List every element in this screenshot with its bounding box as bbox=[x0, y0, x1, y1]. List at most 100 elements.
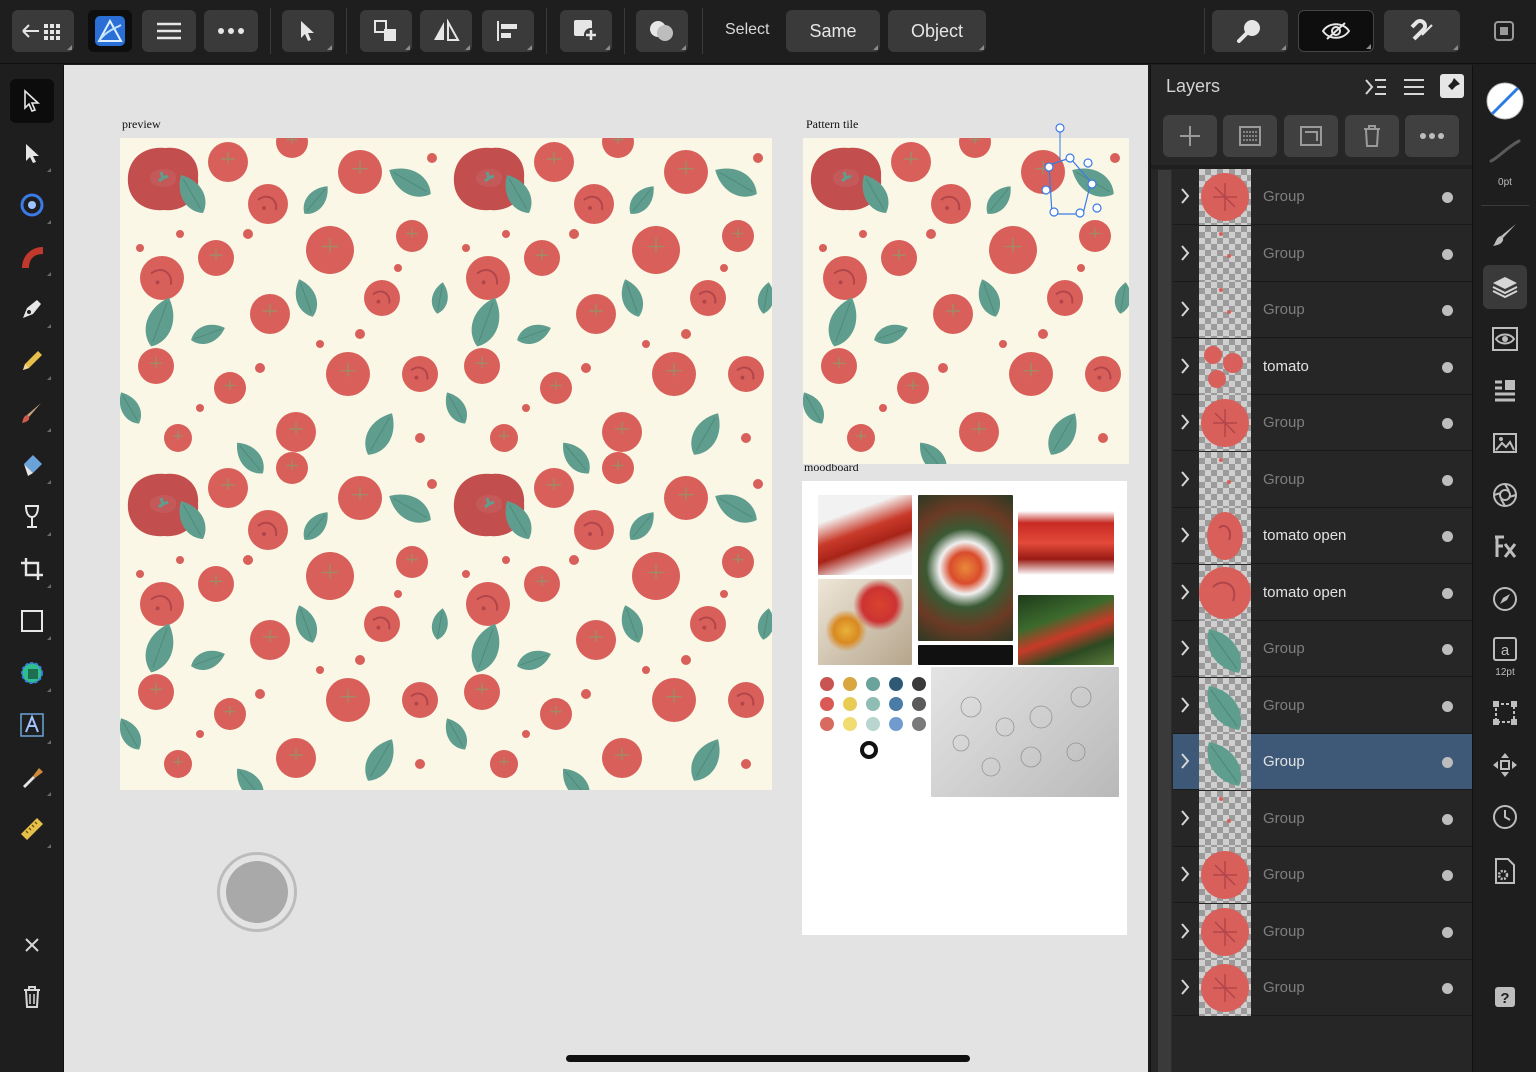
assets-panel-button[interactable] bbox=[1483, 421, 1527, 465]
layer-visibility-dot[interactable] bbox=[1442, 531, 1453, 542]
pin-panel-button[interactable] bbox=[1440, 74, 1464, 98]
gradient-tool[interactable] bbox=[10, 235, 54, 279]
layer-row[interactable]: Group bbox=[1173, 621, 1472, 677]
document-canvas[interactable]: preview Pattern tile moodboard bbox=[64, 65, 1148, 1072]
layer-row[interactable]: Group bbox=[1173, 790, 1472, 847]
controller-knob[interactable] bbox=[226, 861, 288, 923]
layers-panel-button[interactable] bbox=[1483, 265, 1527, 309]
color-panel-button[interactable] bbox=[1483, 79, 1527, 123]
add-layer-button[interactable] bbox=[1163, 115, 1217, 157]
expand-chevron-icon[interactable] bbox=[1179, 639, 1191, 657]
expand-chevron-icon[interactable] bbox=[1179, 809, 1191, 827]
layer-row[interactable]: Group bbox=[1173, 847, 1472, 903]
swatches-panel-button[interactable] bbox=[1483, 473, 1527, 517]
navigator-panel-button[interactable] bbox=[1483, 577, 1527, 621]
expand-chevron-icon[interactable] bbox=[1179, 865, 1191, 883]
snapping-button[interactable] bbox=[1384, 10, 1460, 52]
layer-row[interactable]: tomato bbox=[1173, 338, 1472, 395]
layer-visibility-dot[interactable] bbox=[1442, 644, 1453, 655]
insert-button[interactable] bbox=[560, 10, 612, 52]
layer-visibility-dot[interactable] bbox=[1442, 700, 1453, 712]
corner-tool[interactable] bbox=[10, 183, 54, 227]
color-picker-tool[interactable] bbox=[10, 755, 54, 799]
stroke-panel-button[interactable] bbox=[1483, 129, 1527, 173]
layer-visibility-dot[interactable] bbox=[1442, 305, 1453, 316]
expand-chevron-icon[interactable] bbox=[1179, 922, 1191, 940]
view-mode-button[interactable] bbox=[1298, 10, 1374, 52]
expand-chevron-icon[interactable] bbox=[1179, 244, 1191, 262]
align-button[interactable] bbox=[482, 10, 534, 52]
text-styles-panel-button[interactable] bbox=[1483, 369, 1527, 413]
node-tool[interactable] bbox=[10, 131, 54, 175]
brushes-panel-button[interactable] bbox=[1483, 213, 1527, 257]
layer-visibility-dot[interactable] bbox=[1442, 587, 1453, 599]
expand-chevron-icon[interactable] bbox=[1179, 583, 1191, 601]
flip-button[interactable] bbox=[420, 10, 472, 52]
fill-tool[interactable] bbox=[10, 443, 54, 487]
layer-visibility-dot[interactable] bbox=[1442, 248, 1453, 260]
layer-visibility-dot[interactable] bbox=[1442, 361, 1453, 373]
layer-visibility-dot[interactable] bbox=[1442, 192, 1453, 203]
pen-tool[interactable] bbox=[10, 287, 54, 331]
layer-row[interactable]: tomato open bbox=[1173, 564, 1472, 621]
layer-row[interactable]: Group bbox=[1173, 734, 1472, 790]
layer-visibility-dot[interactable] bbox=[1442, 418, 1453, 429]
layer-row[interactable]: Group bbox=[1173, 451, 1472, 508]
rectangle-tool[interactable] bbox=[10, 599, 54, 643]
expand-chevron-icon[interactable] bbox=[1179, 696, 1191, 714]
expand-chevron-icon[interactable] bbox=[1179, 187, 1191, 205]
menu-button[interactable] bbox=[142, 10, 196, 52]
select-same-button[interactable]: Same bbox=[786, 10, 880, 52]
collapse-panel-icon[interactable] bbox=[1364, 77, 1388, 97]
history-panel-button[interactable] bbox=[1483, 795, 1527, 839]
preview-artboard[interactable] bbox=[120, 138, 772, 790]
pencil-tool[interactable] bbox=[10, 339, 54, 383]
help-button[interactable]: ? bbox=[1483, 975, 1527, 1019]
view-zoom-button[interactable] bbox=[1212, 10, 1288, 52]
move-tool-button[interactable] bbox=[282, 10, 334, 52]
document-settings-button[interactable] bbox=[1482, 10, 1526, 52]
layer-row[interactable]: tomato open bbox=[1173, 508, 1472, 564]
selection-handles[interactable] bbox=[1034, 120, 1104, 220]
boolean-geometry-button[interactable] bbox=[636, 10, 688, 52]
expand-chevron-icon[interactable] bbox=[1179, 978, 1191, 996]
appearance-panel-button[interactable] bbox=[1483, 317, 1527, 361]
expand-chevron-icon[interactable] bbox=[1179, 470, 1191, 488]
expand-chevron-icon[interactable] bbox=[1179, 300, 1191, 318]
layer-options-button[interactable] bbox=[1405, 115, 1459, 157]
expand-chevron-icon[interactable] bbox=[1179, 526, 1191, 544]
character-panel-button[interactable]: a bbox=[1483, 627, 1527, 671]
layer-row[interactable]: Group bbox=[1173, 395, 1472, 451]
crop-tool[interactable] bbox=[10, 547, 54, 591]
expand-chevron-icon[interactable] bbox=[1179, 752, 1191, 770]
arrange-button[interactable] bbox=[360, 10, 412, 52]
close-tool-button[interactable] bbox=[10, 923, 54, 967]
layer-row[interactable]: Group bbox=[1173, 282, 1472, 338]
layer-row[interactable]: Group bbox=[1173, 677, 1472, 734]
effects-panel-button[interactable] bbox=[1483, 525, 1527, 569]
transparency-tool[interactable] bbox=[10, 495, 54, 539]
delete-button[interactable] bbox=[10, 975, 54, 1019]
move-tool[interactable] bbox=[10, 79, 54, 123]
layer-visibility-dot[interactable] bbox=[1442, 474, 1453, 486]
layer-row[interactable]: Group bbox=[1173, 225, 1472, 282]
select-object-button[interactable]: Object bbox=[888, 10, 986, 52]
layer-visibility-dot[interactable] bbox=[1442, 757, 1453, 768]
add-pixel-layer-button[interactable] bbox=[1223, 115, 1277, 157]
measure-tool[interactable] bbox=[10, 807, 54, 851]
designer-persona-button[interactable] bbox=[88, 10, 132, 52]
layer-visibility-dot[interactable] bbox=[1442, 926, 1453, 938]
shape-builder-tool[interactable] bbox=[10, 651, 54, 695]
layer-row[interactable]: Group bbox=[1173, 960, 1472, 1016]
expand-chevron-icon[interactable] bbox=[1179, 357, 1191, 375]
layer-row[interactable]: Group bbox=[1173, 169, 1472, 225]
artistic-text-tool[interactable] bbox=[10, 703, 54, 747]
delete-layer-button[interactable] bbox=[1345, 115, 1399, 157]
layer-visibility-dot[interactable] bbox=[1442, 983, 1453, 994]
add-artboard-button[interactable] bbox=[1284, 115, 1338, 157]
layer-row[interactable]: Group bbox=[1173, 903, 1472, 960]
vector-brush-tool[interactable] bbox=[10, 391, 54, 435]
layer-visibility-dot[interactable] bbox=[1442, 870, 1453, 881]
layers-list[interactable]: Group Group Group tomato Group Group tomato op… bbox=[1151, 169, 1472, 1072]
panel-menu-icon[interactable] bbox=[1403, 77, 1425, 97]
